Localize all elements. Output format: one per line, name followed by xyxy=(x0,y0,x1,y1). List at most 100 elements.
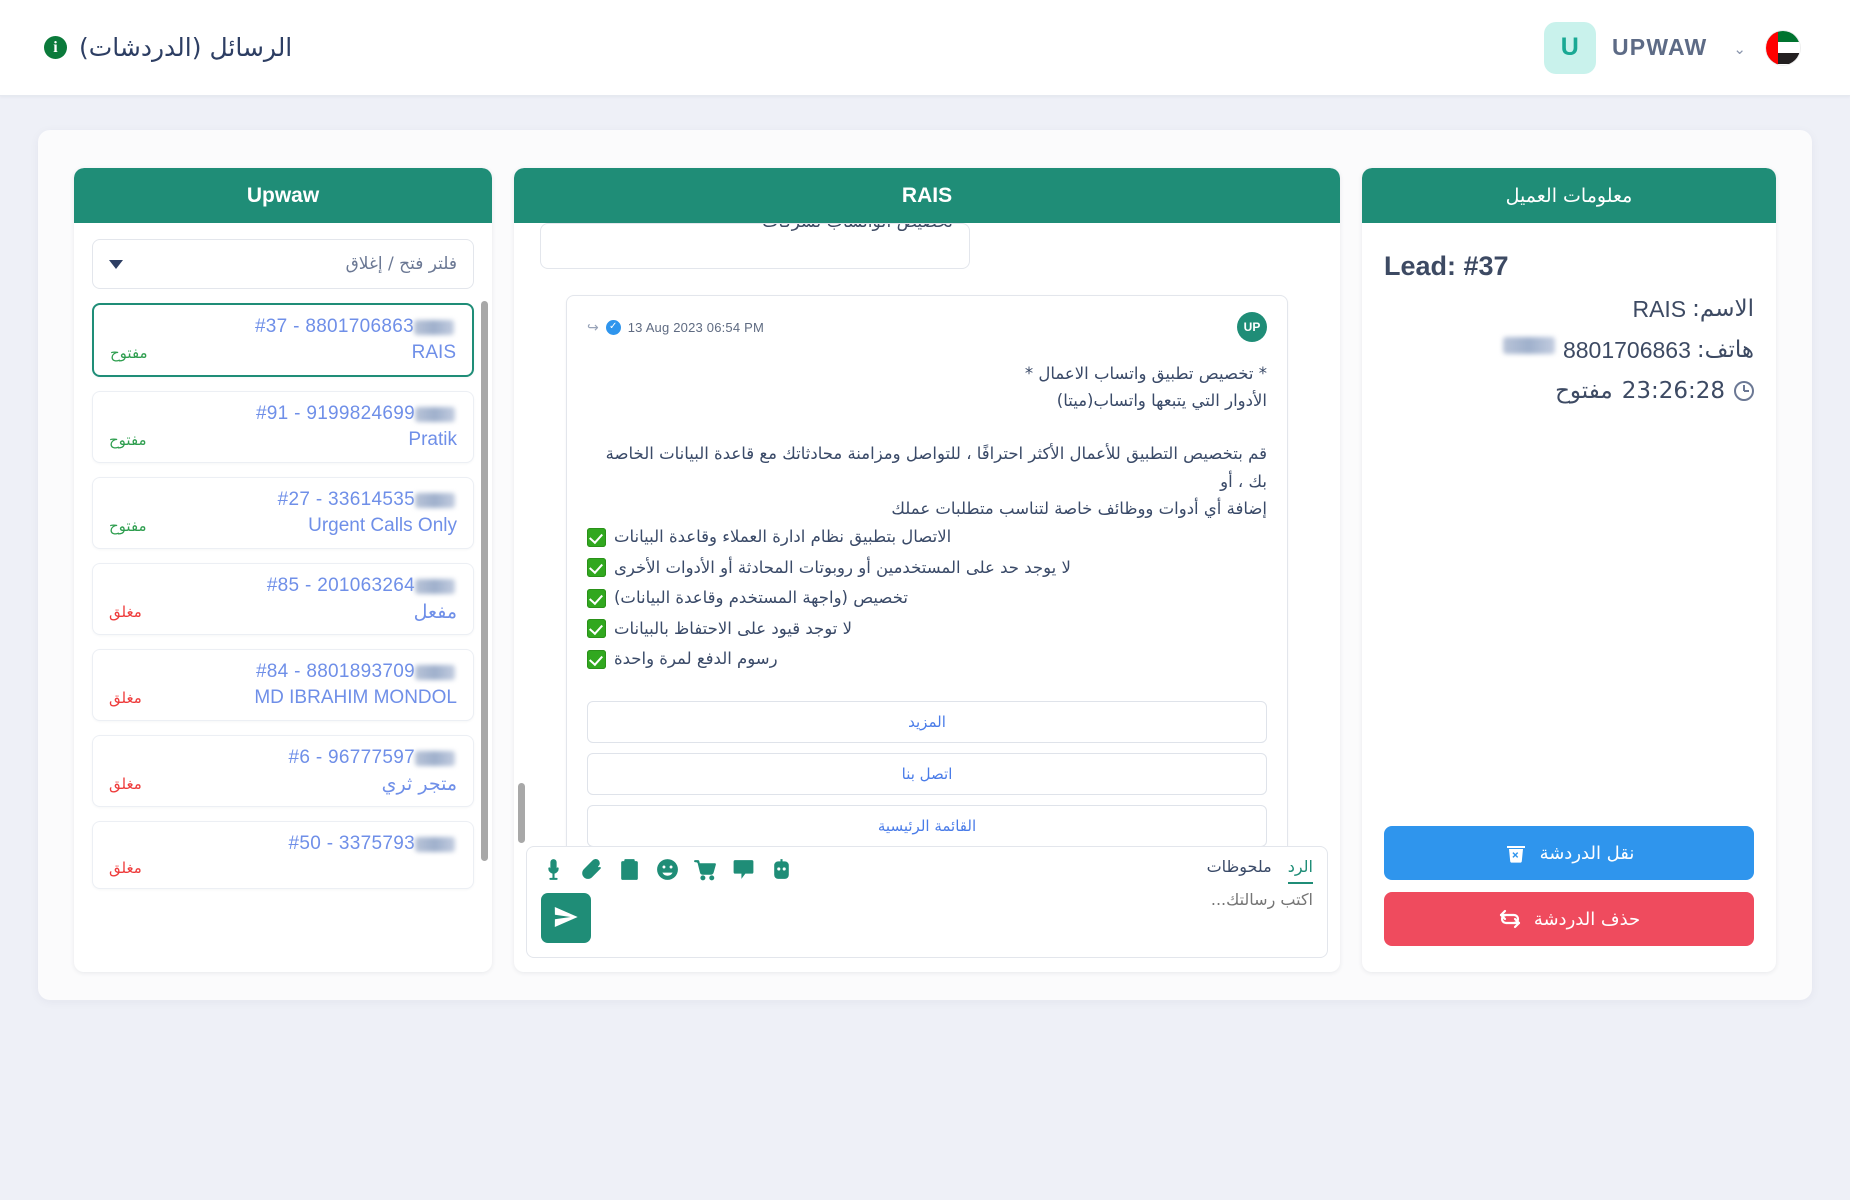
chat-list-body[interactable]: فلتر فتح / إغلاق #37 - 8801706863 RAIS م… xyxy=(74,223,492,972)
transfer-chat-button[interactable]: نقل الدردشة xyxy=(1384,826,1754,880)
chat-list-item[interactable]: #84 - 8801893709 MD IBRAHIM MONDOL مغلق xyxy=(92,649,474,721)
chat-message-card: ↩ ✓ 13 Aug 2023 06:54 PM UP * تخصيص تطبي… xyxy=(566,295,1288,846)
trash-icon xyxy=(1504,841,1528,865)
cart-icon[interactable] xyxy=(693,857,718,882)
quick-reply-more-button[interactable]: المزيد xyxy=(587,700,1267,743)
composer-toolbar: الرد ملحوظات xyxy=(541,857,1313,884)
checklist-item: رسوم الدفع لمرة واحدة xyxy=(587,644,1267,675)
robot-icon[interactable] xyxy=(769,857,794,882)
info-icon[interactable]: i xyxy=(44,36,67,59)
redacted-digits xyxy=(415,664,455,680)
redacted-digits xyxy=(415,836,455,852)
reply-arrow-icon: ↩ xyxy=(587,318,599,335)
chat-item-name: Pratik xyxy=(408,429,457,450)
chat-item-status: مفتوح xyxy=(110,344,148,362)
customer-name-value: RAIS xyxy=(1632,296,1687,322)
chat-item-status: مغلق xyxy=(109,775,142,793)
clipboard-icon[interactable] xyxy=(617,857,642,882)
check-mark-icon xyxy=(587,619,606,639)
check-mark-icon xyxy=(587,558,606,578)
chat-item-id: #6 - 96777597 xyxy=(109,747,457,769)
message-input[interactable] xyxy=(541,890,1313,909)
chat-item-footer: مفعل مغلق xyxy=(109,601,457,623)
template-message-icon[interactable] xyxy=(731,857,756,882)
chat-item-name: متجر ثري xyxy=(381,773,457,795)
customer-status-time: 23:26:28 xyxy=(1621,378,1725,404)
redacted-digits xyxy=(415,750,455,766)
checklist-item-label: لا توجد قيود على الاحتفاظ بالبيانات xyxy=(614,618,853,638)
tab-notes[interactable]: ملحوظات xyxy=(1207,857,1272,882)
composer-icon-row xyxy=(541,857,794,882)
chat-item-id: #27 - 33614535 xyxy=(109,489,457,511)
delivered-check-icon: ✓ xyxy=(605,319,621,335)
message-paragraph-1: قم بتخصيص التطبيق للأعمال الأكثر احترافً… xyxy=(605,444,1267,491)
chat-scrollbar-thumb[interactable] xyxy=(518,783,525,843)
chat-list-item[interactable]: #91 - 9199824699 Pratik مفتوح xyxy=(92,391,474,463)
chat-list-item[interactable]: #27 - 33614535 Urgent Calls Only مفتوح xyxy=(92,477,474,549)
chat-item-status: مغلق xyxy=(109,603,142,621)
delete-chat-button[interactable]: حذف الدردشة xyxy=(1384,892,1754,946)
chat-item-status: مغلق xyxy=(109,859,142,877)
checklist-item: الاتصال بتطبيق نظام ادارة العملاء وقاعدة… xyxy=(587,522,1267,553)
chat-list-panel: Upwaw فلتر فتح / إغلاق #37 - 8801706863 … xyxy=(74,168,492,972)
emoji-icon[interactable] xyxy=(655,857,680,882)
clock-icon xyxy=(1734,381,1754,401)
check-mark-icon xyxy=(587,649,606,669)
chat-item-footer: متجر ثري مغلق xyxy=(109,773,457,795)
microphone-icon[interactable] xyxy=(541,857,566,882)
uae-flag-icon[interactable] xyxy=(1766,30,1800,65)
status-filter-label: فلتر فتح / إغلاق xyxy=(345,254,457,274)
brand-avatar: U xyxy=(1543,21,1596,74)
quick-reply-main-menu-button[interactable]: القائمة الرئيسية xyxy=(587,804,1267,846)
chat-list-item[interactable]: #6 - 96777597 متجر ثري مغلق xyxy=(92,735,474,807)
main-canvas: معلومات العميل Lead: #37 الاسم: RAIS هات… xyxy=(38,130,1812,1000)
quick-reply-contact-button[interactable]: اتصل بنا xyxy=(587,752,1267,795)
composer-tabs: الرد ملحوظات xyxy=(1207,857,1313,884)
customer-info-body: Lead: #37 الاسم: RAIS هاتف: 8801706863 2… xyxy=(1362,223,1776,972)
redacted-digits xyxy=(415,406,455,422)
chat-item-id: #85 - 201063264 xyxy=(109,575,457,597)
chat-item-name: مفعل xyxy=(413,601,457,623)
message-meta: ↩ ✓ 13 Aug 2023 06:54 PM UP xyxy=(587,312,1267,342)
clipped-message-bubble: تخصيص الواتساب لشركات xyxy=(540,223,970,269)
send-button[interactable] xyxy=(541,893,591,943)
check-mark-icon xyxy=(587,527,606,547)
chat-item-name: Urgent Calls Only xyxy=(308,515,457,536)
checklist-item-label: لا يوجد حد على المستخدمين أو روبوتات الم… xyxy=(614,557,1071,577)
chat-list-item[interactable]: #85 - 201063264 مفعل مغلق xyxy=(92,563,474,635)
customer-status-text: مفتوح xyxy=(1555,378,1613,404)
chat-item-footer: Urgent Calls Only مفتوح xyxy=(109,515,457,537)
customer-status-row: 23:26:28 مفتوح xyxy=(1384,378,1754,404)
clipped-message-text: تخصيص الواتساب لشركات xyxy=(762,224,953,232)
paperclip-icon[interactable] xyxy=(579,857,604,882)
brand-group[interactable]: U UPWAW ⌄ xyxy=(1543,21,1800,74)
chat-item-name: MD IBRAHIM MONDOL xyxy=(254,687,457,708)
message-title: * تخصيص تطبيق واتساب الاعمال * xyxy=(1024,364,1267,383)
checklist-item: لا يوجد حد على المستخدمين أو روبوتات الم… xyxy=(587,553,1267,584)
message-composer: الرد ملحوظات xyxy=(526,846,1328,958)
message-meta-left: ↩ ✓ 13 Aug 2023 06:54 PM xyxy=(587,319,764,336)
chat-list-item[interactable]: #50 - 3375793 مغلق xyxy=(92,821,474,889)
page-title: الرسائل (الدردشات) xyxy=(79,33,293,62)
chevron-down-icon xyxy=(109,259,123,269)
customer-phone-label: هاتف: xyxy=(1696,337,1754,363)
top-bar: U UPWAW ⌄ الرسائل (الدردشات) i xyxy=(0,0,1850,96)
chat-list-item[interactable]: #37 - 8801706863 RAIS مفتوح xyxy=(92,303,474,377)
chat-list-scrollbar-thumb[interactable] xyxy=(481,301,488,861)
chat-list-header: Upwaw xyxy=(74,168,492,223)
check-mark-icon xyxy=(587,588,606,608)
chat-message-scroll[interactable]: تخصيص الواتساب لشركات ↩ ✓ 13 Aug 2023 06… xyxy=(514,223,1340,846)
message-paragraph-2: إضافة أي أدوات ووظائف خاصة لتناسب متطلبا… xyxy=(891,498,1267,518)
customer-info-header: معلومات العميل xyxy=(1362,168,1776,223)
message-subtitle: الأدوار التي يتبعها واتساب(ميتا) xyxy=(1056,391,1267,411)
status-filter-dropdown[interactable]: فلتر فتح / إغلاق xyxy=(92,239,474,289)
customer-name-row: الاسم: RAIS xyxy=(1384,296,1754,323)
three-column-layout: معلومات العميل Lead: #37 الاسم: RAIS هات… xyxy=(74,168,1776,972)
tab-reply[interactable]: الرد xyxy=(1287,857,1313,884)
chat-item-footer: Pratik مفتوح xyxy=(109,429,457,451)
chevron-down-icon[interactable]: ⌄ xyxy=(1733,42,1746,57)
chat-item-id: #91 - 9199824699 xyxy=(109,403,457,425)
checklist-item: لا توجد قيود على الاحتفاظ بالبيانات xyxy=(587,614,1267,645)
redacted-digits xyxy=(415,578,455,594)
